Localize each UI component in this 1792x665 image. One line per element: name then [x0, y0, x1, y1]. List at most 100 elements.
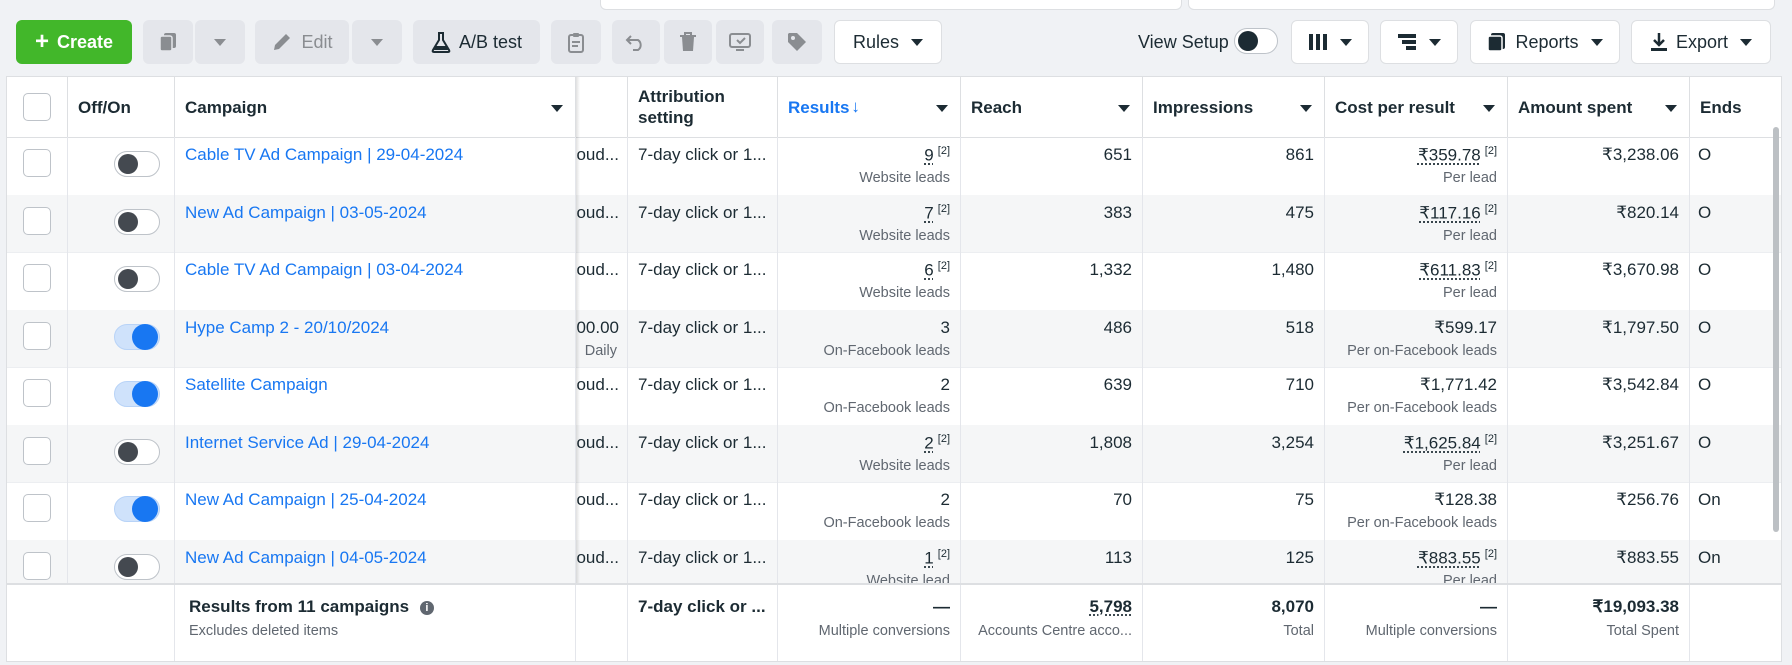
cost-cell: ₹128.38 Per on-Facebook leads — [1325, 482, 1508, 540]
chevron-down-icon[interactable] — [1300, 105, 1312, 112]
amount-cell: ₹820.14 — [1508, 194, 1690, 252]
campaign-toggle[interactable] — [114, 208, 160, 235]
table-row[interactable]: Cable TV Ad Campaign | 29-04-2024 oud...… — [7, 137, 1781, 196]
table-row[interactable]: Internet Service Ad | 29-04-2024 oud... … — [7, 424, 1781, 483]
header-results[interactable]: Results ↓ — [778, 77, 961, 137]
chevron-down-icon[interactable] — [1665, 105, 1677, 112]
cost-cell: ₹1,771.42 Per on-Facebook leads — [1325, 367, 1508, 425]
ends-cell: O — [1690, 425, 1781, 483]
plus-icon: + — [34, 28, 49, 55]
table-row[interactable]: New Ad Campaign | 25-04-2024 oud... 7-da… — [7, 482, 1781, 541]
chevron-down-icon[interactable] — [1483, 105, 1495, 112]
campaign-toggle[interactable] — [114, 323, 160, 350]
edit-dropdown-button[interactable] — [352, 20, 402, 64]
toggle-knob — [118, 154, 138, 174]
breakdown-button[interactable] — [1380, 20, 1458, 64]
chevron-down-icon[interactable] — [936, 105, 948, 112]
cost-cell: ₹599.17 Per on-Facebook leads — [1325, 309, 1508, 367]
ab-test-button[interactable]: A/B test — [413, 20, 540, 64]
header-reach[interactable]: Reach — [961, 77, 1143, 137]
view-setup-toggle[interactable] — [1234, 28, 1278, 54]
table-row[interactable]: Cable TV Ad Campaign | 03-04-2024 oud...… — [7, 252, 1781, 311]
campaign-name-link[interactable]: Satellite Campaign — [185, 375, 328, 395]
pencil-icon — [274, 34, 291, 50]
campaign-name-link[interactable]: Cable TV Ad Campaign | 03-04-2024 — [185, 260, 463, 280]
row-checkbox[interactable] — [23, 379, 51, 407]
budget-value: oud... — [576, 145, 619, 164]
budget-cell: oud... — [576, 482, 628, 540]
cost-cell: ₹611.83 [2] Per lead — [1325, 252, 1508, 310]
campaign-name-link[interactable]: New Ad Campaign | 04-05-2024 — [185, 548, 427, 568]
header-offon[interactable]: Off/On — [68, 77, 175, 137]
table-row[interactable]: New Ad Campaign | 03-05-2024 oud... 7-da… — [7, 194, 1781, 253]
campaign-name-link[interactable]: Cable TV Ad Campaign | 29-04-2024 — [185, 145, 463, 165]
row-checkbox[interactable] — [23, 551, 51, 580]
reach-cell: 486 — [961, 309, 1143, 367]
toggle-knob — [118, 211, 138, 232]
budget-value: oud... — [576, 490, 619, 509]
campaign-toggle[interactable] — [114, 151, 160, 177]
header-amount-spent[interactable]: Amount spent — [1508, 77, 1690, 137]
header-campaign[interactable]: Campaign — [175, 77, 576, 137]
rules-button[interactable]: Rules — [834, 20, 942, 64]
reach-cell: 639 — [961, 367, 1143, 425]
header-attribution[interactable]: Attribution setting — [628, 77, 778, 137]
campaign-toggle[interactable] — [114, 381, 160, 407]
chevron-down-icon[interactable] — [551, 105, 563, 112]
row-checkbox[interactable] — [23, 321, 51, 350]
delete-button[interactable] — [664, 20, 712, 64]
row-checkbox[interactable] — [23, 264, 51, 292]
tag-button[interactable] — [772, 20, 822, 64]
row-checkbox[interactable] — [23, 436, 51, 465]
campaign-toggle[interactable] — [114, 438, 160, 465]
ends-value: O — [1698, 145, 1712, 164]
campaign-toggle[interactable] — [114, 496, 160, 522]
reach-cell: 70 — [961, 482, 1143, 540]
offon-cell — [68, 367, 175, 425]
export-button[interactable]: Export — [1631, 20, 1771, 64]
duplicate-button[interactable] — [143, 20, 193, 64]
campaign-toggle[interactable] — [114, 553, 160, 580]
row-checkbox[interactable] — [23, 206, 51, 235]
amount-cell: ₹256.76 — [1508, 482, 1690, 540]
impressions-value: 125 — [1285, 547, 1314, 567]
info-icon[interactable]: i — [419, 601, 434, 615]
header-budget[interactable] — [576, 77, 628, 137]
chevron-down-icon[interactable] — [1118, 105, 1130, 112]
row-checkbox[interactable] — [23, 149, 51, 177]
preview-button[interactable] — [716, 20, 764, 64]
impressions-cell: 710 — [1143, 367, 1325, 425]
chevron-down-icon — [1429, 38, 1441, 46]
offon-cell — [68, 194, 175, 252]
vertical-scrollbar[interactable] — [1773, 127, 1779, 532]
header-ends[interactable]: Ends — [1690, 77, 1781, 137]
edit-button[interactable]: Edit — [255, 20, 349, 64]
select-all-checkbox[interactable] — [23, 93, 51, 121]
campaign-name-link[interactable]: Hype Camp 2 - 20/10/2024 — [185, 318, 389, 338]
campaign-name-link[interactable]: New Ad Campaign | 03-05-2024 — [185, 203, 427, 223]
create-button[interactable]: + Create — [16, 20, 132, 64]
amount-cell: ₹3,251.67 — [1508, 424, 1690, 482]
header-cost-per-result[interactable]: Cost per result — [1325, 77, 1508, 137]
offon-cell — [68, 252, 175, 310]
amount-cell: ₹3,670.98 — [1508, 252, 1690, 310]
reports-button[interactable]: Reports — [1470, 20, 1620, 64]
columns-button[interactable] — [1291, 20, 1369, 64]
amount-value: ₹256.76 — [1616, 490, 1679, 509]
row-checkbox[interactable] — [23, 494, 51, 522]
campaign-name-link[interactable]: Internet Service Ad | 29-04-2024 — [185, 433, 429, 453]
header-impressions[interactable]: Impressions — [1143, 77, 1325, 137]
budget-cell: oud... — [576, 252, 628, 310]
undo-button[interactable] — [612, 20, 660, 64]
attribution-value: 7-day click or 1... — [638, 490, 767, 509]
results-cell: 2 On-Facebook leads — [778, 367, 961, 425]
clipboard-button[interactable] — [551, 20, 601, 64]
duplicate-dropdown-button[interactable] — [195, 20, 245, 64]
ends-cell: O — [1690, 137, 1781, 195]
budget-value: oud... — [576, 432, 619, 452]
campaign-name-link[interactable]: New Ad Campaign | 25-04-2024 — [185, 490, 427, 510]
budget-value: 00.00 — [576, 317, 619, 337]
table-row[interactable]: Satellite Campaign oud... 7-day click or… — [7, 367, 1781, 426]
campaign-toggle[interactable] — [114, 266, 160, 292]
table-row[interactable]: Hype Camp 2 - 20/10/2024 00.00 Daily 7-da… — [7, 309, 1781, 368]
